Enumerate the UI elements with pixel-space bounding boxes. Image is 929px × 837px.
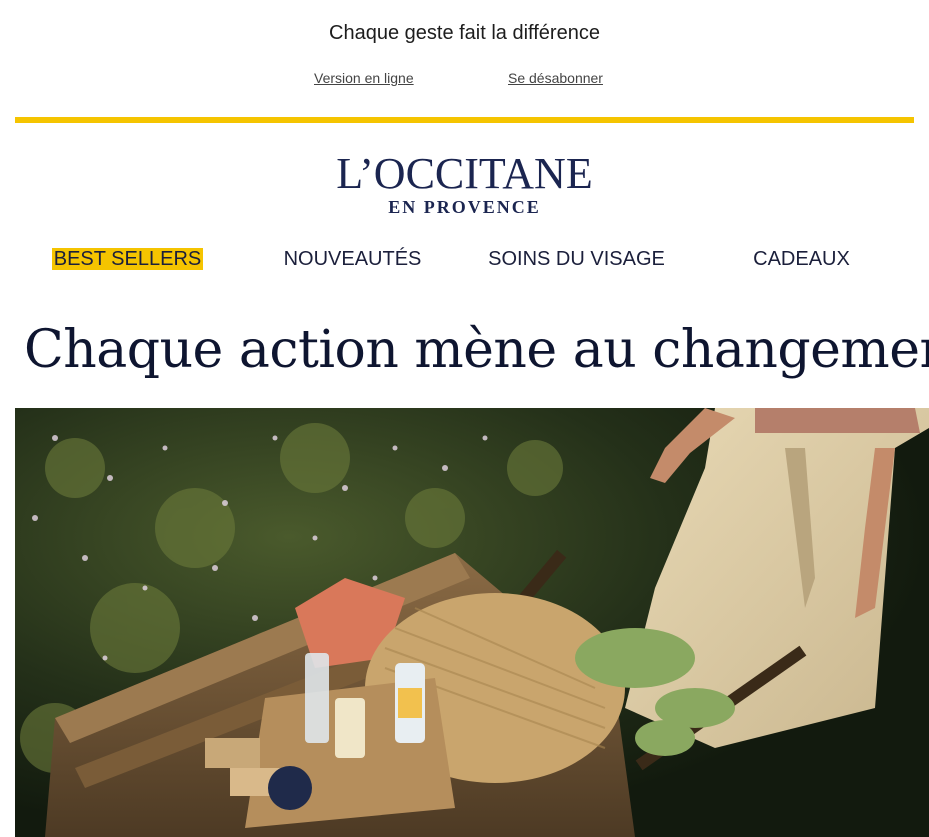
hero-headline: Chaque action mène au changement <box>24 320 929 380</box>
nav-item-best-sellers[interactable]: BEST SELLERS <box>15 248 240 271</box>
nav-item-cadeaux[interactable]: CADEAUX <box>689 248 914 271</box>
nav-item-label: BEST SELLERS <box>51 248 204 270</box>
online-version-link[interactable]: Version en ligne <box>314 70 414 86</box>
main-nav: BEST SELLERS NOUVEAUTÉS SOINS DU VISAGE … <box>15 248 914 276</box>
nav-item-label: NOUVEAUTÉS <box>283 248 422 270</box>
yellow-divider <box>15 117 914 123</box>
hero-image[interactable] <box>15 408 929 837</box>
unsubscribe-link[interactable]: Se désabonner <box>508 70 603 86</box>
brand-tagline: EN PROVENCE <box>388 197 541 217</box>
nav-item-label: CADEAUX <box>753 248 850 270</box>
nav-item-soins-du-visage[interactable]: SOINS DU VISAGE <box>464 248 689 271</box>
brand-name: L’OCCITANE <box>336 149 593 198</box>
brand-logo[interactable]: L’OCCITANE EN PROVENCE <box>0 150 929 218</box>
nav-item-nouveautes[interactable]: NOUVEAUTÉS <box>240 248 465 271</box>
nav-item-label: SOINS DU VISAGE <box>488 248 665 270</box>
wheelbarrow-photo-icon <box>15 408 929 837</box>
top-links: Version en ligne Se désabonner <box>0 70 929 90</box>
preheader-text: Chaque geste fait la différence <box>329 22 600 44</box>
